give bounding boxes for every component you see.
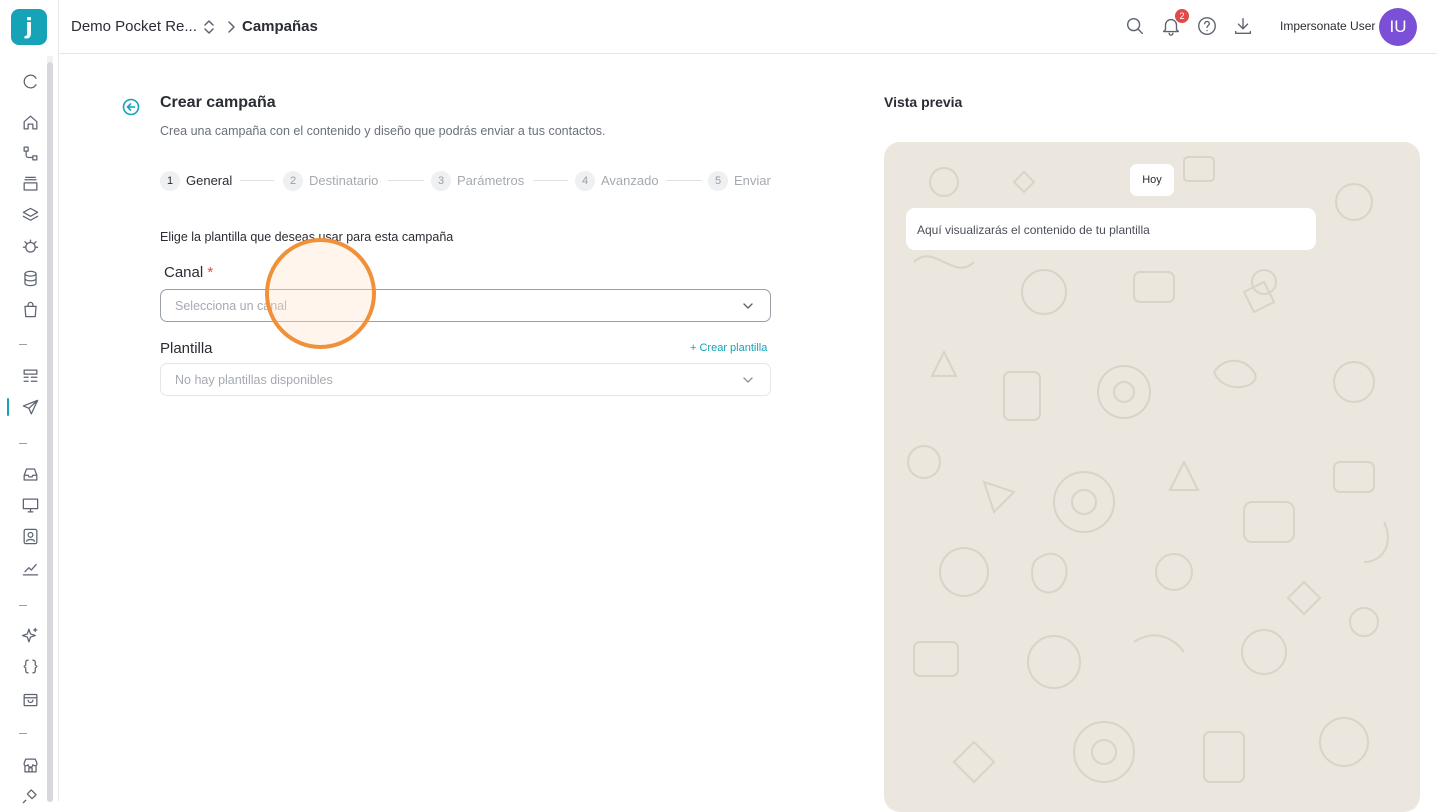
chart-icon[interactable] [18, 556, 42, 580]
date-chip: Hoy [1130, 164, 1174, 196]
monitor-icon[interactable] [18, 493, 42, 517]
chevron-right-icon [228, 21, 235, 33]
chevron-down-icon [743, 303, 753, 309]
user-name[interactable]: Impersonate User [1280, 19, 1375, 33]
database-icon[interactable] [18, 266, 42, 290]
refresh-icon[interactable] [18, 69, 42, 93]
stepper: 1 General 2 Destinatario 3 Parámetros 4 … [160, 170, 771, 191]
step-connector [533, 180, 568, 181]
topbar: Demo Pocket Re... Campañas [59, 0, 1437, 54]
step-number: 2 [283, 170, 303, 191]
preview-title: Vista previa [884, 94, 963, 110]
step-parametros[interactable]: 3 Parámetros [431, 170, 524, 191]
list-icon[interactable] [18, 364, 42, 388]
plantilla-label: Plantilla [160, 340, 213, 357]
step-number: 5 [708, 170, 728, 191]
message-text: Aquí visualizarás el contenido de tu pla… [917, 223, 1150, 237]
step-label: Avanzado [601, 173, 659, 188]
page-title: Crear campaña [160, 94, 276, 111]
search-icon[interactable] [1124, 15, 1148, 39]
chevron-updown-icon[interactable] [201, 17, 217, 37]
step-general[interactable]: 1 General [160, 170, 232, 191]
step-connector [666, 180, 702, 181]
page-subtitle: Crea una campaña con el contenido y dise… [160, 124, 606, 138]
step-connector [240, 180, 274, 181]
archive-icon[interactable] [18, 172, 42, 196]
help-icon[interactable] [1196, 15, 1220, 39]
step-label: General [186, 173, 233, 188]
app-logo[interactable]: j [11, 9, 47, 45]
sidebar-scrollbar[interactable] [47, 56, 53, 802]
create-template-link[interactable]: + Crear plantilla [690, 342, 767, 354]
active-indicator [7, 398, 9, 416]
back-arrow-icon[interactable] [122, 98, 140, 116]
step-avanzado[interactable]: 4 Avanzado [575, 170, 659, 191]
step-label: Enviar [734, 173, 771, 188]
step-label: Destinatario [309, 173, 379, 188]
workspace-selector[interactable]: Demo Pocket Re... [71, 18, 197, 35]
chevron-down-icon [743, 377, 753, 383]
step-enviar[interactable]: 5 Enviar [708, 170, 771, 191]
canal-label: Canal * [164, 264, 213, 281]
step-destinatario[interactable]: 2 Destinatario [283, 170, 378, 191]
download-icon[interactable] [1232, 15, 1256, 39]
sidebar: j [0, 0, 59, 803]
canal-label-text: Canal [164, 264, 204, 281]
avatar[interactable]: IU [1379, 8, 1417, 46]
step-label: Parámetros [457, 173, 525, 188]
step-number: 3 [431, 170, 451, 191]
step-number: 1 [160, 170, 180, 191]
send-icon[interactable] [18, 395, 42, 419]
breadcrumb-current: Campañas [242, 18, 318, 35]
layers-icon[interactable] [18, 203, 42, 227]
shop-bag-icon[interactable] [18, 686, 42, 710]
preview-panel: Hoy Aquí visualizarás el contenido de tu… [884, 142, 1420, 812]
plantilla-select[interactable]: No hay plantillas disponibles [160, 363, 771, 396]
store-icon[interactable] [18, 753, 42, 777]
step-number: 4 [575, 170, 595, 191]
canal-placeholder: Selecciona un canal [175, 299, 287, 313]
bug-icon[interactable] [18, 234, 42, 258]
notifications-badge: 2 [1175, 9, 1189, 23]
plug-icon[interactable] [18, 783, 42, 807]
choose-template-label: Elige la plantilla que deseas usar para … [160, 230, 454, 244]
sparkles-icon[interactable] [18, 623, 42, 647]
message-bubble: Aquí visualizarás el contenido de tu pla… [906, 208, 1316, 250]
inbox-icon[interactable] [18, 462, 42, 486]
scrollbar-thumb[interactable] [47, 62, 53, 802]
canal-select[interactable]: Selecciona un canal [160, 289, 771, 322]
sidebar-separator [19, 344, 27, 345]
sidebar-separator [19, 443, 27, 444]
braces-icon[interactable] [18, 654, 42, 678]
sidebar-separator [19, 605, 27, 606]
bag-icon[interactable] [18, 297, 42, 321]
home-icon[interactable] [18, 110, 42, 134]
flows-icon[interactable] [18, 141, 42, 165]
plantilla-placeholder: No hay plantillas disponibles [175, 373, 333, 387]
sidebar-separator [19, 733, 27, 734]
required-mark: * [207, 264, 214, 281]
step-connector [388, 180, 424, 181]
contacts-icon[interactable] [18, 524, 42, 548]
